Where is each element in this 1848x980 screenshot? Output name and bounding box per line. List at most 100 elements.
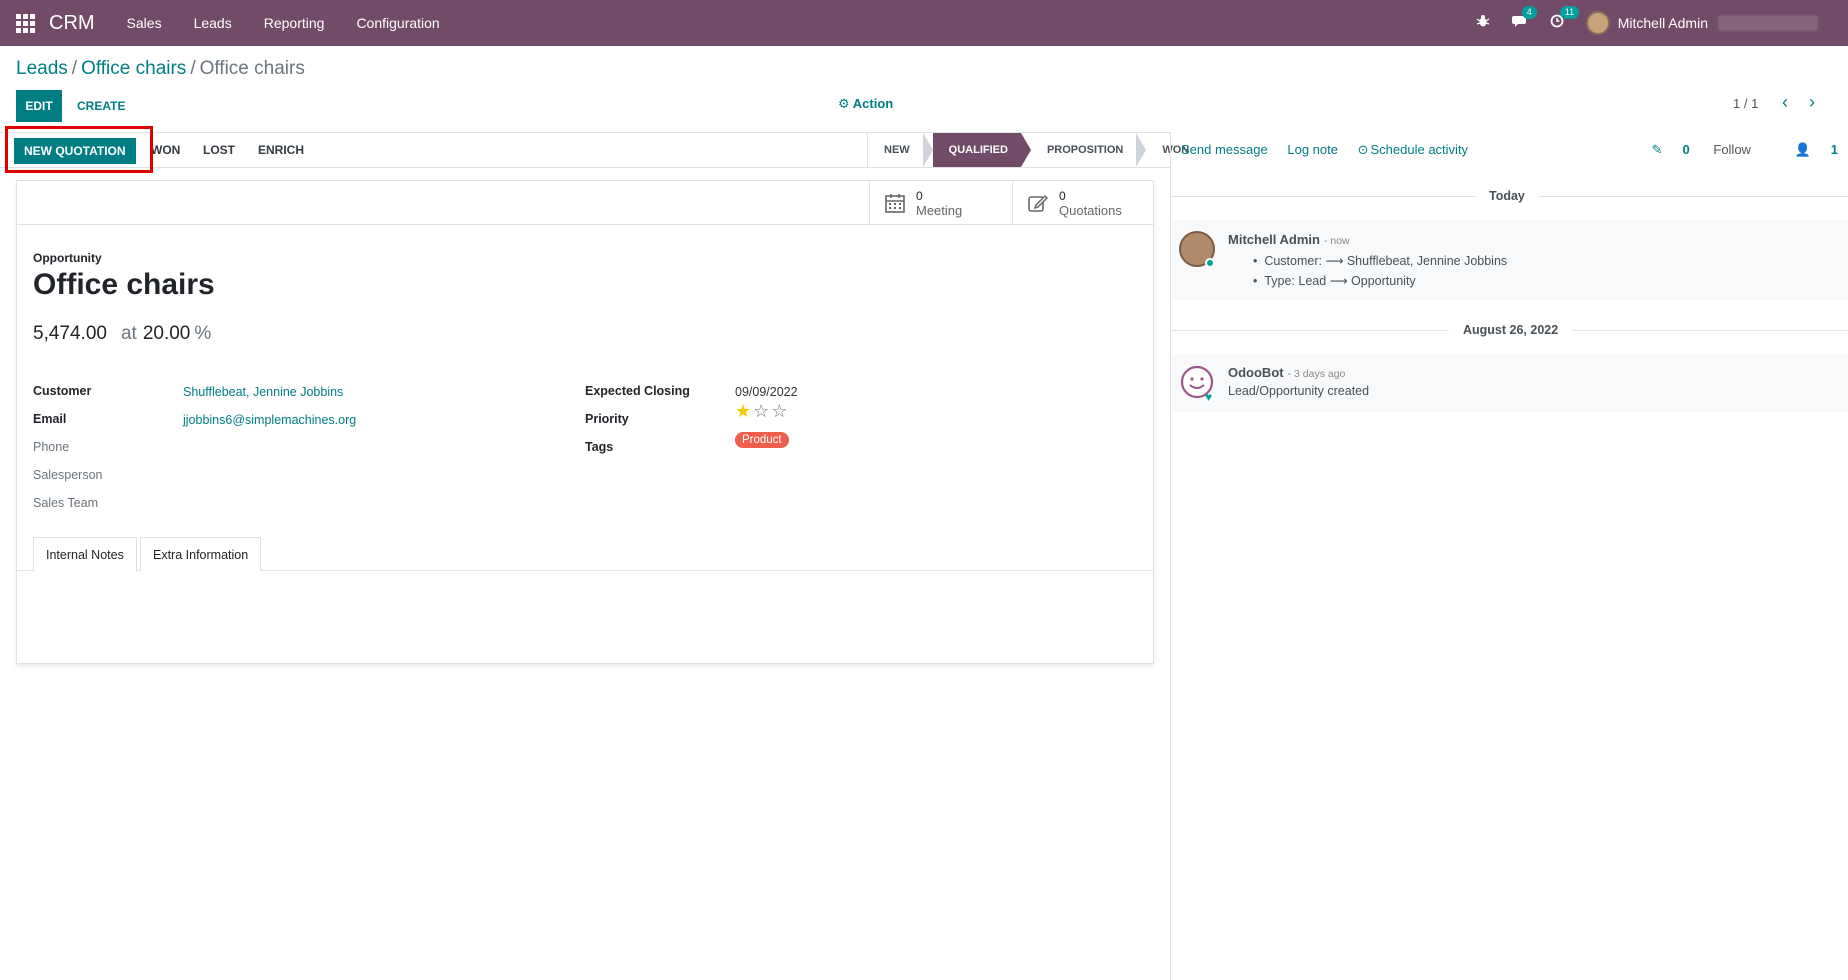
stage-new[interactable]: NEW: [868, 133, 923, 167]
meeting-label: Meeting: [916, 202, 963, 218]
stage-proposition[interactable]: PROPOSITION: [1031, 133, 1136, 167]
star-filled-icon[interactable]: ★: [735, 401, 753, 421]
tab-extra-information[interactable]: Extra Information: [140, 537, 262, 571]
date-separator-august: August 26, 2022: [1449, 323, 1573, 337]
lost-button[interactable]: LOST: [203, 143, 235, 157]
message-body: Lead/Opportunity created: [1228, 384, 1370, 398]
follow-button[interactable]: Follow: [1713, 142, 1751, 157]
edit-button[interactable]: EDIT: [16, 90, 62, 122]
message-date: - now: [1323, 235, 1350, 247]
top-navbar: CRM Sales Leads Reporting Configuration …: [0, 0, 1848, 46]
stage-separator: [1136, 133, 1147, 167]
pager-previous-icon[interactable]: ‹: [1782, 92, 1788, 113]
star-empty-icon[interactable]: ☆: [771, 401, 789, 421]
email-value[interactable]: jjobbins6@simplemachines.org: [183, 413, 356, 427]
status-bar: NEW QUOTATION WON LOST ENRICH NEW QUALIF…: [0, 132, 1189, 168]
breadcrumb-current: Office chairs: [199, 58, 305, 79]
menu-configuration[interactable]: Configuration: [356, 15, 439, 31]
quotations-smart-button[interactable]: 0 Quotations: [1012, 181, 1155, 225]
star-empty-icon[interactable]: ☆: [753, 401, 771, 421]
breadcrumb: Leads / Office chairs / Office chairs: [16, 58, 305, 79]
message-author: OdooBot - 3 days ago: [1228, 365, 1346, 380]
heart-status-icon: ♥: [1205, 390, 1213, 404]
messages-badge: 4: [1521, 5, 1537, 19]
user-icon: 👤: [1794, 142, 1811, 157]
salesperson-label: Salesperson: [33, 468, 103, 482]
attachment-button[interactable]: ✎ 0: [1632, 142, 1690, 157]
breadcrumb-office-chairs[interactable]: Office chairs: [81, 58, 186, 79]
smart-button-box: 0 Meeting 0 Quotations: [17, 181, 1153, 225]
online-status-icon: [1205, 258, 1215, 268]
priority-stars[interactable]: ★☆☆: [735, 401, 789, 422]
probability: 20.00: [142, 323, 191, 344]
message-date: - 3 days ago: [1287, 368, 1346, 380]
followers-button[interactable]: 👤 1: [1775, 142, 1838, 157]
schedule-activity-button[interactable]: ⊙ Schedule activity: [1358, 142, 1484, 157]
send-message-button[interactable]: Send message: [1181, 142, 1268, 157]
tag-product[interactable]: Product: [735, 432, 789, 448]
percent-sign: %: [194, 323, 212, 344]
customer-value[interactable]: Shufflebeat, Jennine Jobbins: [183, 385, 343, 399]
priority-label: Priority: [585, 412, 629, 426]
expected-revenue: 5,474.00: [33, 323, 107, 344]
quotations-label: Quotations: [1059, 202, 1122, 218]
app-brand[interactable]: CRM: [49, 12, 95, 35]
stage-separator: [922, 133, 933, 167]
chatter-topbar: Send message Log note ⊙ Schedule activity: [1181, 142, 1500, 158]
menu-sales[interactable]: Sales: [127, 15, 162, 31]
create-button[interactable]: CREATE: [77, 90, 125, 122]
form-sheet: 0 Meeting 0 Quotations Opportunity Offic…: [16, 180, 1154, 664]
calendar-icon: [885, 194, 905, 213]
record-type-label: Opportunity: [33, 251, 102, 265]
action-menu-button[interactable]: ⚙ Action: [838, 96, 893, 112]
notebook-tabs: Internal Notes Extra Information: [17, 535, 1153, 572]
activities-badge: 11: [1559, 5, 1580, 19]
user-name[interactable]: Mitchell Admin: [1618, 15, 1708, 31]
meeting-smart-button[interactable]: 0 Meeting: [869, 181, 1012, 225]
menu-leads[interactable]: Leads: [194, 15, 232, 31]
at-label: at: [120, 323, 137, 344]
stage-pipeline: NEW QUALIFIED PROPOSITION WON: [867, 133, 1202, 167]
tracking-line: • Customer: ⟶ Shufflebeat, Jennine Jobbi…: [1253, 254, 1508, 268]
quotations-count: 0: [1059, 188, 1066, 203]
expected-revenue-row: 5,474.00 at 20.00%: [33, 323, 211, 345]
meeting-count: 0: [916, 188, 923, 203]
breadcrumb-leads[interactable]: Leads: [16, 58, 68, 79]
tags-label: Tags: [585, 440, 614, 454]
attachment-count: 0: [1682, 142, 1690, 157]
message-item: Mitchell Admin - now • Customer: ⟶ Shuffl…: [1171, 220, 1848, 300]
apps-menu-icon[interactable]: [15, 13, 35, 33]
pager-value[interactable]: 1 / 1: [1733, 96, 1758, 111]
chatter-topbar-right: ✎ 0 Follow 👤 1: [1612, 142, 1838, 158]
debug-bug-icon[interactable]: [1476, 14, 1490, 33]
clock-icon: ⊙: [1357, 142, 1369, 157]
stage-separator: [1020, 133, 1031, 167]
tracking-line: • Type: Lead ⟶ Opportunity: [1253, 274, 1416, 288]
won-button[interactable]: WON: [151, 143, 180, 157]
activities-clock-icon[interactable]: 11: [1550, 5, 1580, 33]
expected-closing-label: Expected Closing: [585, 384, 690, 398]
expected-closing-value[interactable]: 09/09/2022: [735, 385, 798, 399]
new-quotation-button[interactable]: NEW QUOTATION: [14, 138, 136, 164]
tab-internal-notes[interactable]: Internal Notes: [33, 537, 137, 572]
phone-label: Phone: [33, 440, 70, 454]
enrich-button[interactable]: ENRICH: [258, 143, 304, 157]
message-author: Mitchell Admin - now: [1228, 232, 1350, 247]
pager-next-icon[interactable]: ›: [1809, 92, 1815, 113]
messages-icon[interactable]: 4: [1511, 5, 1537, 33]
log-note-button[interactable]: Log note: [1287, 142, 1338, 157]
message-item: ♥ OdooBot - 3 days ago Lead/Opportunity c…: [1171, 354, 1848, 412]
date-separator-today: Today: [1475, 189, 1539, 203]
blurred-database-name: [1718, 15, 1818, 31]
email-label: Email: [33, 412, 67, 426]
gear-icon: ⚙: [838, 96, 850, 111]
menu-reporting[interactable]: Reporting: [264, 15, 325, 31]
action-label: Action: [852, 96, 894, 111]
chatter-panel: Send message Log note ⊙ Schedule activity…: [1170, 132, 1848, 980]
user-avatar[interactable]: [1585, 11, 1610, 35]
followers-count: 1: [1830, 142, 1838, 157]
stage-qualified[interactable]: QUALIFIED: [932, 133, 1021, 167]
customer-label: Customer: [33, 384, 92, 398]
pencil-square-icon: [1028, 194, 1049, 212]
opportunity-title: Office chairs: [33, 268, 215, 301]
